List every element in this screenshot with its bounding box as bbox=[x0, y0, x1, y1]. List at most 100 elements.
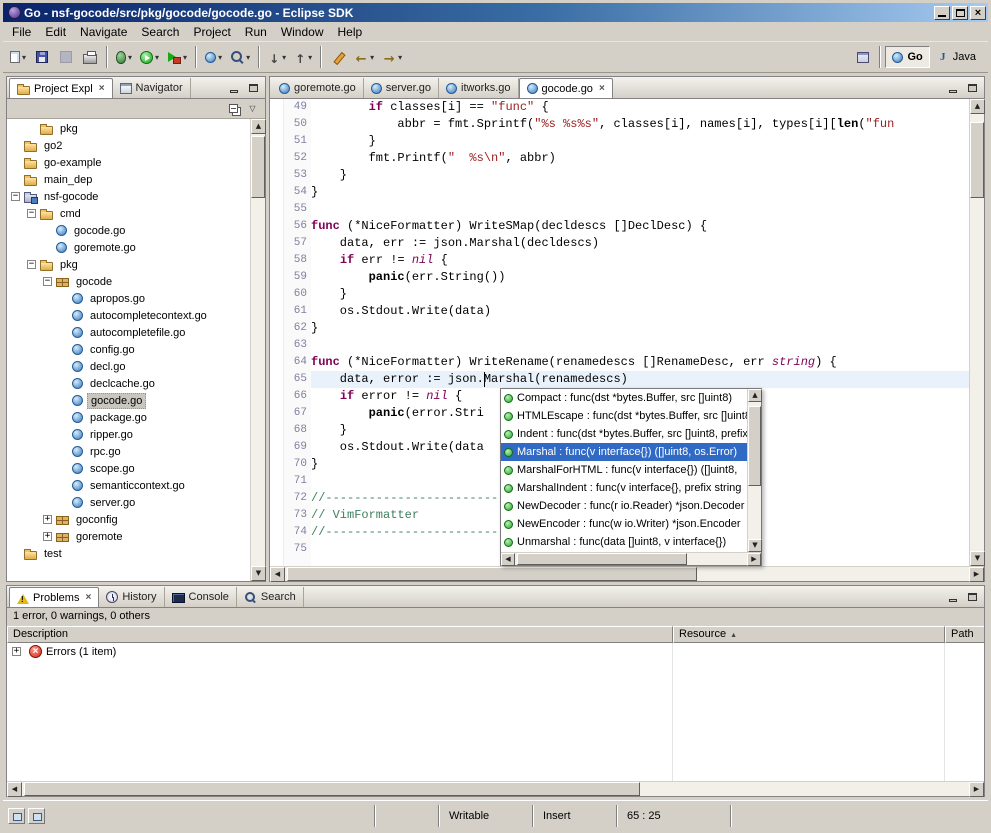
tab-server-go[interactable]: server.go bbox=[364, 78, 439, 98]
scroll-up-icon[interactable]: ▲ bbox=[970, 99, 985, 114]
debug-button[interactable]: ▾ bbox=[112, 45, 136, 69]
scrollbar-track[interactable] bbox=[515, 553, 747, 565]
tree-item-gocode-go[interactable]: gocode.go bbox=[7, 222, 250, 239]
scroll-down-icon[interactable]: ▼ bbox=[970, 551, 985, 566]
save-button[interactable] bbox=[30, 45, 54, 69]
column-header-path[interactable]: Path bbox=[945, 626, 984, 643]
menu-run[interactable]: Run bbox=[238, 23, 274, 41]
tree-item-ripper-go[interactable]: ripper.go bbox=[7, 426, 250, 443]
scrollbar-thumb[interactable] bbox=[748, 406, 761, 486]
completion-item[interactable]: Compact : func(dst *bytes.Buffer, src []… bbox=[501, 389, 747, 407]
line-number-ruler[interactable]: 4950515253545556575859606162636465666768… bbox=[284, 99, 311, 566]
tree-item-autocompletefile-go[interactable]: autocompletefile.go bbox=[7, 324, 250, 341]
maximize-view-button[interactable] bbox=[245, 80, 262, 95]
code-line-62[interactable]: } bbox=[311, 320, 969, 337]
run-external-tools-button[interactable]: ▾ bbox=[163, 45, 191, 69]
open-perspective-button[interactable] bbox=[851, 45, 875, 69]
code-line-61[interactable]: os.Stdout.Write(data) bbox=[311, 303, 969, 320]
completion-item[interactable]: NewDecoder : func(r io.Reader) *json.Dec… bbox=[501, 497, 747, 515]
minimize-view-button[interactable] bbox=[944, 589, 961, 604]
collapse-all-button[interactable] bbox=[225, 101, 242, 116]
completion-item[interactable]: MarshalIndent : func(v interface{}, pref… bbox=[501, 479, 747, 497]
editor-horizontal-scrollbar[interactable]: ◀ ▶ bbox=[270, 566, 984, 581]
scroll-left-icon[interactable]: ◀ bbox=[501, 553, 515, 566]
tree-expander-icon[interactable]: − bbox=[43, 277, 52, 286]
close-tab-icon[interactable]: × bbox=[599, 84, 605, 94]
tree-expander-icon[interactable]: − bbox=[27, 209, 36, 218]
run-button[interactable]: ▾ bbox=[136, 45, 163, 69]
scrollbar-thumb[interactable] bbox=[287, 567, 697, 581]
completion-item[interactable]: HTMLEscape : func(dst *bytes.Buffer, src… bbox=[501, 407, 747, 425]
menu-navigate[interactable]: Navigate bbox=[73, 23, 134, 41]
scrollbar-thumb[interactable] bbox=[24, 782, 640, 796]
completion-item[interactable]: Unmarshal : func(data []uint8, v interfa… bbox=[501, 533, 747, 551]
tab-project-expl[interactable]: Project Expl× bbox=[9, 78, 113, 98]
minimize-view-button[interactable] bbox=[225, 80, 242, 95]
scroll-left-icon[interactable]: ◀ bbox=[270, 567, 285, 582]
tree-item-package-go[interactable]: package.go bbox=[7, 409, 250, 426]
tab-goremote-go[interactable]: goremote.go bbox=[272, 78, 364, 98]
code-line-52[interactable]: fmt.Printf(" %s\n", abbr) bbox=[311, 150, 969, 167]
menu-file[interactable]: File bbox=[5, 23, 38, 41]
tree-item-declcache-go[interactable]: declcache.go bbox=[7, 375, 250, 392]
tree-item-decl-go[interactable]: decl.go bbox=[7, 358, 250, 375]
tree-item-pkg[interactable]: −pkg bbox=[7, 256, 250, 273]
scroll-down-icon[interactable]: ▼ bbox=[251, 566, 266, 581]
code-line-51[interactable]: } bbox=[311, 133, 969, 150]
scrollbar-track[interactable] bbox=[748, 402, 761, 539]
tab-history[interactable]: History bbox=[99, 587, 164, 607]
next-annotation-button[interactable]: ▾ bbox=[264, 45, 290, 69]
code-line-65[interactable]: data, error := json.Marshal(renamedescs) bbox=[311, 371, 969, 388]
perspective-go[interactable]: Go bbox=[885, 46, 929, 68]
code-line-53[interactable]: } bbox=[311, 167, 969, 184]
tree-item-rpc-go[interactable]: rpc.go bbox=[7, 443, 250, 460]
tree-item-nsf-gocode[interactable]: −nsf-gocode bbox=[7, 188, 250, 205]
search-button[interactable]: ▾ bbox=[226, 45, 254, 69]
code-line-59[interactable]: panic(err.String()) bbox=[311, 269, 969, 286]
forward-button[interactable]: ▾ bbox=[378, 45, 406, 69]
code-line-64[interactable]: func (*NiceFormatter) WriteRename(rename… bbox=[311, 354, 969, 371]
tree-item-pkg[interactable]: pkg bbox=[7, 120, 250, 137]
code-line-57[interactable]: data, err := json.Marshal(decldescs) bbox=[311, 235, 969, 252]
code-line-55[interactable] bbox=[311, 201, 969, 218]
tree-expander-icon[interactable]: − bbox=[27, 260, 36, 269]
tree-item-gocode-go[interactable]: gocode.go bbox=[7, 392, 250, 409]
scroll-right-icon[interactable]: ▶ bbox=[969, 782, 984, 797]
back-button[interactable]: ▾ bbox=[350, 45, 378, 69]
scroll-left-icon[interactable]: ◀ bbox=[7, 782, 22, 797]
maximize-editor-button[interactable] bbox=[964, 80, 981, 95]
tree-expander-icon[interactable]: + bbox=[43, 515, 52, 524]
scroll-right-icon[interactable]: ▶ bbox=[747, 553, 761, 566]
tree-item-cmd[interactable]: −cmd bbox=[7, 205, 250, 222]
tree-item-semanticcontext-go[interactable]: semanticcontext.go bbox=[7, 477, 250, 494]
popup-horizontal-scrollbar[interactable]: ◀ ▶ bbox=[501, 552, 761, 565]
tree-item-goconfig[interactable]: +goconfig bbox=[7, 511, 250, 528]
tree-expander-icon[interactable]: − bbox=[11, 192, 20, 201]
scrollbar-track[interactable] bbox=[22, 782, 969, 796]
column-header-resource[interactable]: Resource▲ bbox=[673, 626, 945, 643]
menu-edit[interactable]: Edit bbox=[38, 23, 73, 41]
tree-item-scope-go[interactable]: scope.go bbox=[7, 460, 250, 477]
tree-expander-icon[interactable]: + bbox=[43, 532, 52, 541]
tree-item-goremote[interactable]: +goremote bbox=[7, 528, 250, 545]
problems-horizontal-scrollbar[interactable]: ◀ ▶ bbox=[7, 781, 984, 796]
tab-problems[interactable]: Problems× bbox=[9, 587, 99, 607]
code-line-54[interactable]: } bbox=[311, 184, 969, 201]
tree-item-apropos-go[interactable]: apropos.go bbox=[7, 290, 250, 307]
scrollbar-thumb[interactable] bbox=[517, 553, 687, 565]
maximize-button[interactable] bbox=[952, 6, 968, 20]
tree-item-go-example[interactable]: go-example bbox=[7, 154, 250, 171]
tree-item-autocompletecontext-go[interactable]: autocompletecontext.go bbox=[7, 307, 250, 324]
fast-view-icon[interactable] bbox=[8, 808, 25, 824]
tab-console[interactable]: Console bbox=[165, 587, 237, 607]
last-edit-location-button[interactable] bbox=[326, 45, 350, 69]
code-line-49[interactable]: if classes[i] == "func" { bbox=[311, 99, 969, 116]
tree-item-goremote-go[interactable]: goremote.go bbox=[7, 239, 250, 256]
menu-search[interactable]: Search bbox=[134, 23, 186, 41]
close-button[interactable]: × bbox=[970, 6, 986, 20]
tree-vertical-scrollbar[interactable]: ▲ ▼ bbox=[250, 119, 265, 581]
tree-item-main-dep[interactable]: main_dep bbox=[7, 171, 250, 188]
editor-vertical-scrollbar[interactable]: ▲ ▼ bbox=[969, 99, 984, 566]
minimize-button[interactable] bbox=[934, 6, 950, 20]
tab-search[interactable]: Search bbox=[237, 587, 304, 607]
